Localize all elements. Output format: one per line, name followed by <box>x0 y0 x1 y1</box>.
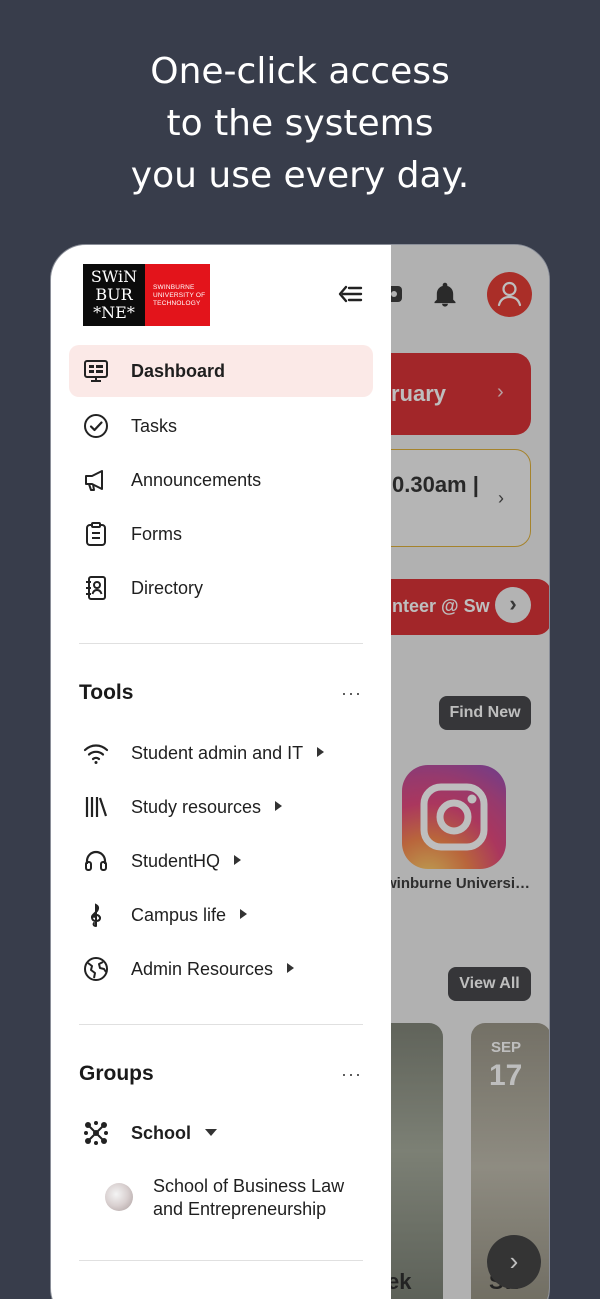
tool-label: Study resources <box>131 797 283 818</box>
wifi-icon <box>83 744 109 764</box>
groups-more-button[interactable]: ··· <box>341 1064 362 1085</box>
tool-label: StudentHQ <box>131 851 242 872</box>
group-avatar <box>105 1183 133 1211</box>
logo-black-block: SWiN BUR *NE* <box>83 264 145 326</box>
tool-label-text: Campus life <box>131 905 227 925</box>
nav-label: Dashboard <box>131 361 226 381</box>
group-label: School <box>131 1123 218 1144</box>
tool-label-text: Student admin and IT <box>131 743 304 763</box>
books-icon <box>85 797 108 817</box>
nav-item-dashboard[interactable]: Dashboard <box>69 345 373 397</box>
network-icon <box>84 1121 108 1145</box>
logo-red-block: SWINBURNE UNIVERSITY OF TECHNOLOGY <box>145 264 210 326</box>
nav-label: Announcements <box>131 470 262 490</box>
group-school-toggle[interactable]: School <box>69 1107 373 1159</box>
phone-frame: ruary › 0.30am | › unteer @ Sw › Find Ne… <box>50 244 550 1299</box>
nav-label: Forms <box>131 524 182 544</box>
headline: One-click access to the systems you use … <box>0 46 600 202</box>
check-circle-icon <box>84 414 108 438</box>
monitor-icon <box>84 360 108 382</box>
nav-item-announcements[interactable]: Announcements <box>69 454 373 506</box>
contacts-book-icon <box>86 576 106 600</box>
divider <box>79 1260 363 1261</box>
nav-item-tasks[interactable]: Tasks <box>69 400 373 452</box>
tool-item-student-admin[interactable]: Student admin and IT <box>69 727 373 779</box>
caret-down-icon <box>205 1129 218 1136</box>
caret-right-icon <box>287 963 295 973</box>
tools-section-title: Tools <box>79 681 134 704</box>
tool-label: Student admin and IT <box>131 743 325 764</box>
caret-right-icon <box>275 801 283 811</box>
headline-line-1: One-click access <box>150 51 450 92</box>
tools-more-button[interactable]: ··· <box>341 683 362 704</box>
caret-right-icon <box>234 855 242 865</box>
collapse-menu-icon[interactable] <box>337 283 363 305</box>
headline-line-3: you use every day. <box>130 155 470 196</box>
tool-item-campus-life[interactable]: Campus life <box>69 889 373 941</box>
tool-label: Admin Resources <box>131 959 295 980</box>
tool-label-text: StudentHQ <box>131 851 221 871</box>
tool-label-text: Study resources <box>131 797 262 817</box>
headset-icon <box>85 850 107 871</box>
nav-item-directory[interactable]: Directory <box>69 562 373 614</box>
nav-label: Directory <box>131 578 204 598</box>
group-item-label: School of Business Law and Entrepreneurs… <box>153 1176 345 1219</box>
nav-item-forms[interactable]: Forms <box>69 508 373 560</box>
caret-right-icon <box>240 909 248 919</box>
caret-right-icon <box>317 747 325 757</box>
clipboard-icon <box>86 522 106 546</box>
tool-item-admin-resources[interactable]: Admin Resources <box>69 943 373 995</box>
globe-icon <box>84 957 108 981</box>
headline-line-2: to the systems <box>166 103 434 144</box>
swinburne-logo[interactable]: SWiN BUR *NE* SWINBURNE UNIVERSITY OF TECHNO… <box>83 264 210 326</box>
megaphone-icon <box>85 470 103 491</box>
divider <box>79 1024 363 1025</box>
tool-label: Campus life <box>131 905 248 926</box>
navigation-drawer: SWiN BUR *NE* SWINBURNE UNIVERSITY OF TECHNO… <box>51 245 391 1299</box>
tool-label-text: Admin Resources <box>131 959 274 979</box>
group-item-business-law[interactable]: School of Business Law and Entrepreneurs… <box>105 1173 375 1223</box>
nav-label: Tasks <box>131 416 178 436</box>
divider <box>79 643 363 644</box>
tool-item-study-resources[interactable]: Study resources <box>69 781 373 833</box>
tool-item-studenthq[interactable]: StudentHQ <box>69 835 373 887</box>
groups-section-title: Groups <box>79 1062 154 1085</box>
treble-clef-icon <box>91 903 101 927</box>
group-label-text: School <box>131 1123 192 1143</box>
